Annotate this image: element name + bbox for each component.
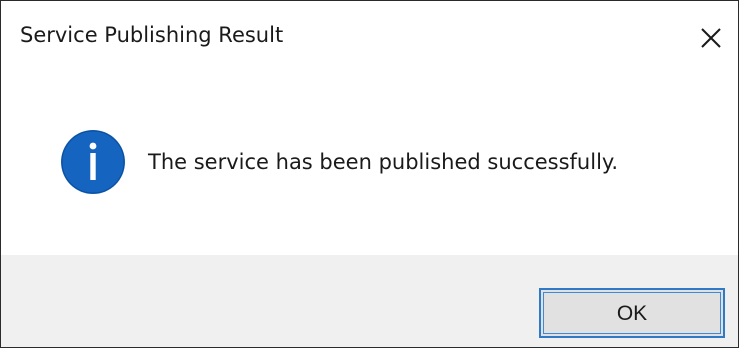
title-bar: Service Publishing Result: [1, 1, 738, 79]
dialog-title: Service Publishing Result: [20, 23, 284, 47]
ok-button-label: OK: [616, 302, 648, 325]
ok-button[interactable]: OK: [539, 288, 725, 338]
close-icon: [701, 28, 721, 48]
message-dialog: Service Publishing Result The service ha…: [0, 0, 739, 348]
button-bar: OK: [1, 255, 738, 347]
dialog-content: The service has been published successfu…: [1, 79, 738, 255]
close-button[interactable]: [688, 1, 738, 67]
info-icon: [61, 130, 125, 194]
dialog-message: The service has been published successfu…: [148, 150, 619, 174]
